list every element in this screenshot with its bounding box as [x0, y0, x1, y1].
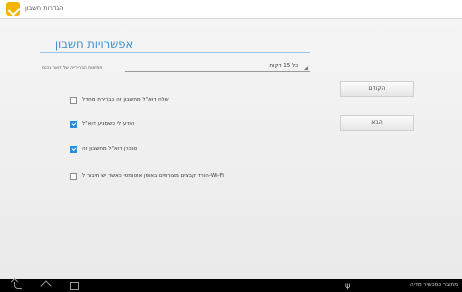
status-text: מחובר כמכשיר מדיה [410, 282, 458, 288]
recents-icon[interactable] [70, 282, 79, 290]
dropdown-caret-icon [304, 66, 308, 70]
option-label: שלח דוא"ל מחשבון זה כברירת מחדל [82, 97, 169, 103]
option-default-account[interactable]: שלח דוא"ל מחשבון זה כברירת מחדל [70, 95, 310, 107]
checkbox[interactable] [70, 97, 77, 104]
checkbox-checked[interactable] [70, 146, 77, 153]
option-auto-download-attachments[interactable]: הורד קבצים מצורפים באופן אוטומטי כאשר יש… [70, 171, 310, 183]
sync-frequency-dropdown[interactable]: כל 15 דקות [125, 61, 310, 72]
system-nav-bar: ψ מחובר כמכשיר מדיה [0, 279, 462, 292]
option-label: סנכרן דוא"ל מחשבון זה [82, 146, 138, 152]
option-notify-email[interactable]: הודע לי כשמגיע דוא"ל [70, 119, 310, 131]
back-icon[interactable] [14, 282, 22, 289]
usb-icon: ψ [345, 281, 351, 290]
option-label: הורד קבצים מצורפים באופן אוטומטי כאשר יש… [82, 173, 224, 179]
window-title: הגדרות חשבון [25, 4, 64, 12]
sync-frequency-label: חתימות הברירייה של דואר נכנס [42, 66, 103, 71]
title-divider [40, 52, 310, 53]
account-settings-icon [6, 2, 20, 16]
page-title: אפשרויות חשבון [55, 37, 134, 51]
sync-frequency-value: כל 15 דקות [269, 63, 298, 69]
settings-panel: אפשרויות חשבון חתימות הברירייה של דואר נ… [0, 19, 462, 279]
option-sync-email[interactable]: סנכרן דוא"ל מחשבון זה [70, 144, 310, 156]
checkbox[interactable] [70, 173, 77, 180]
next-button[interactable]: הבא [340, 115, 414, 131]
option-label: הודע לי כשמגיע דוא"ל [82, 121, 135, 127]
home-icon[interactable] [40, 280, 52, 292]
title-bar: הגדרות חשבון [0, 0, 462, 19]
previous-button[interactable]: הקודם [340, 81, 414, 97]
checkbox-checked[interactable] [70, 121, 77, 128]
